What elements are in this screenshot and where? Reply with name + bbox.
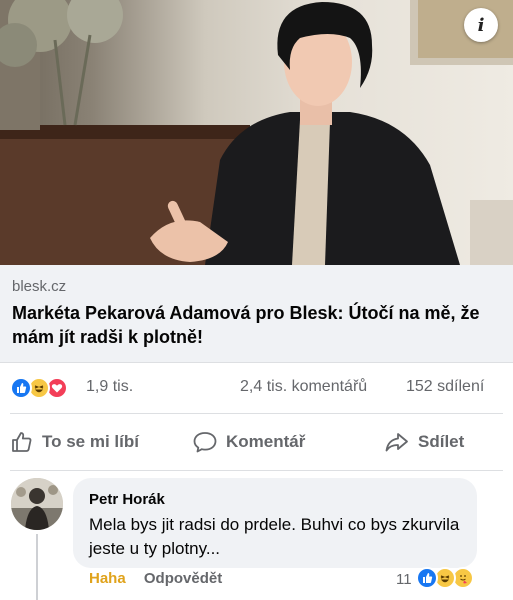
- post-action-bar: To se mi líbí Komentář Sdílet: [10, 413, 503, 471]
- comment-reply-button[interactable]: Odpovědět: [144, 570, 222, 587]
- link-domain: blesk.cz: [12, 278, 67, 295]
- comment-bubble-icon: [193, 432, 217, 453]
- comment-author[interactable]: Petr Horák: [89, 491, 165, 508]
- share-button[interactable]: Sdílet: [384, 428, 464, 456]
- info-icon[interactable]: i: [464, 8, 498, 42]
- comment-bubble[interactable]: Petr Horák Mela bys jit radsi do prdele.…: [73, 478, 477, 568]
- like-icon: [10, 377, 32, 399]
- comment-haha-button[interactable]: Haha: [89, 570, 126, 587]
- article-photo[interactable]: i: [0, 0, 513, 265]
- comment-label: Komentář: [226, 432, 306, 451]
- reaction-icons[interactable]: [10, 377, 80, 399]
- photo-illustration: [0, 0, 513, 265]
- avatar-image: [11, 478, 63, 530]
- comment-reaction-icons[interactable]: [416, 567, 488, 589]
- like-label: To se mi líbí: [42, 432, 139, 451]
- commenter-avatar[interactable]: [11, 478, 63, 530]
- share-arrow-icon: [385, 433, 408, 452]
- post-stats: 1,9 tis. 2,4 tis. komentářů 152 sdílení: [0, 363, 513, 413]
- like-button[interactable]: To se mi líbí: [10, 428, 139, 456]
- share-label: Sdílet: [418, 432, 465, 451]
- like-icon: [416, 567, 438, 589]
- reply-thread-line: [36, 534, 38, 600]
- reactions-count[interactable]: 1,9 tis.: [86, 378, 133, 396]
- comment-reaction-count[interactable]: 11: [396, 571, 412, 588]
- link-preview[interactable]: blesk.cz Markéta Pekarová Adamová pro Bl…: [0, 265, 513, 363]
- link-title[interactable]: Markéta Pekarová Adamová pro Blesk: Útoč…: [12, 301, 502, 349]
- thumbs-up-icon: [12, 432, 32, 452]
- comment-text: Mela bys jit radsi do prdele. Buhvi co b…: [89, 515, 460, 558]
- comment-button[interactable]: Komentář: [192, 428, 305, 456]
- comment-actions: Haha Odpovědět: [89, 570, 222, 587]
- comments-count[interactable]: 2,4 tis. komentářů: [240, 378, 367, 396]
- shares-count[interactable]: 152 sdílení: [406, 378, 484, 396]
